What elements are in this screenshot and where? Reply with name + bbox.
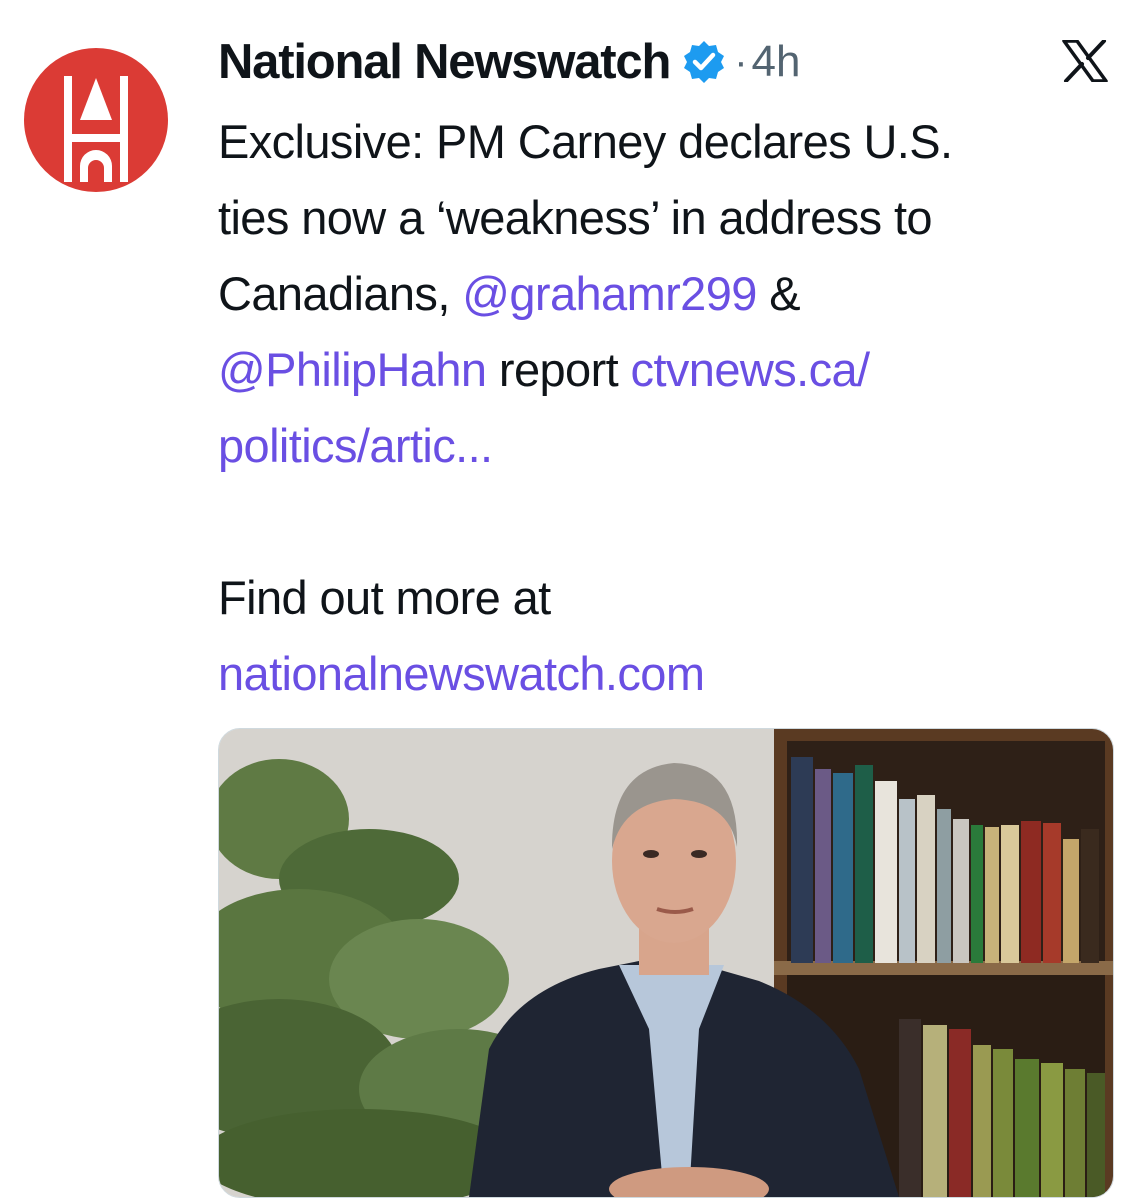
tweet-line: Canadians, @grahamr299 & [218,256,1118,332]
mention-philiphahn-link[interactable]: @PhilipHahn [218,343,487,396]
tweet-line: nationalnewswatch.com [218,636,1118,712]
account-avatar[interactable] [24,48,168,192]
nationalnewswatch-link[interactable]: nationalnewswatch.com [218,647,705,700]
x-logo-icon [1062,39,1108,83]
tweet-header: National Newswatch · 4h [218,28,800,96]
tweet-text: report [486,343,631,396]
mention-grahamr299-link[interactable]: @grahamr299 [462,267,757,320]
separator-dot: · [734,39,748,84]
ctvnews-article-link[interactable]: ctvnews.ca/ [631,343,871,396]
timestamp[interactable]: 4h [752,37,801,87]
ctvnews-article-link-cont[interactable]: politics/artic... [218,419,493,472]
news-photo [219,729,1113,1197]
tweet-line: Exclusive: PM Carney declares U.S. [218,115,953,168]
tweet-line: politics/artic... [218,408,1118,484]
tweet-media-image[interactable] [218,728,1114,1198]
national-newswatch-logo-icon [24,48,168,192]
tweet-text: & [756,267,801,320]
tweet-line: @PhilipHahn report ctvnews.ca/ [218,332,1118,408]
verified-badge-icon [680,38,728,86]
tweet-text: Canadians, [218,267,463,320]
tweet-line: ties now a ‘weakness’ in address to [218,191,933,244]
tweet-body: Exclusive: PM Carney declares U.S. ties … [218,104,1118,712]
account-name[interactable]: National Newswatch [218,34,671,90]
tweet-line: Find out more at [218,571,551,624]
